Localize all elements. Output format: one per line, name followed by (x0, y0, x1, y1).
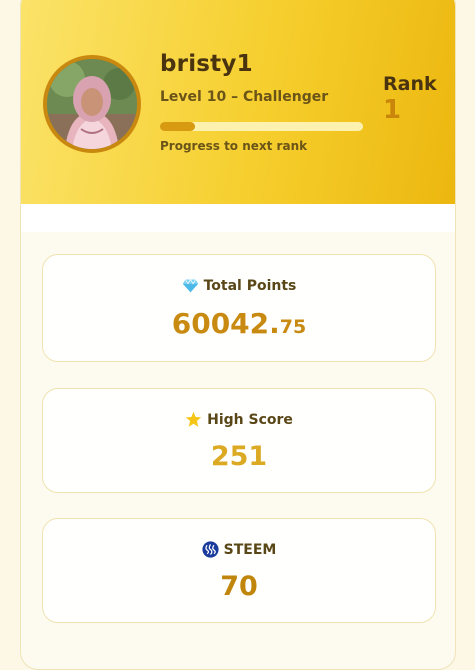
total-points-card: Total Points 60042.75 (42, 254, 436, 362)
diamond-icon (182, 278, 198, 293)
username: bristy1 (160, 51, 253, 77)
avatar-photo-icon (47, 59, 137, 149)
profile-card: bristy1 Level 10 – Challenger Progress t… (20, 0, 456, 670)
header-divider (21, 204, 455, 232)
steem-label: STEEM (223, 541, 277, 558)
total-points-value: 60042. (171, 307, 280, 340)
rank-label: Rank (383, 73, 437, 95)
profile-header: bristy1 Level 10 – Challenger Progress t… (21, 0, 455, 204)
progress-label: Progress to next rank (160, 139, 308, 153)
steem-value: 70 (220, 571, 258, 602)
steem-card: STEEM 70 (42, 518, 436, 623)
level-text: Level 10 – Challenger (160, 89, 329, 105)
high-score-value: 251 (210, 441, 268, 472)
total-points-label: Total Points (203, 277, 297, 294)
rank-progress-fill (160, 122, 195, 131)
high-score-label: High Score (207, 411, 293, 428)
high-score-card: High Score 251 (42, 388, 436, 493)
rank-value: 1 (383, 95, 402, 125)
rank-progress-bar (160, 122, 363, 131)
star-icon (185, 411, 202, 427)
total-points-decimal: 75 (279, 316, 307, 338)
avatar[interactable] (43, 55, 141, 153)
steem-logo-icon (202, 541, 219, 558)
